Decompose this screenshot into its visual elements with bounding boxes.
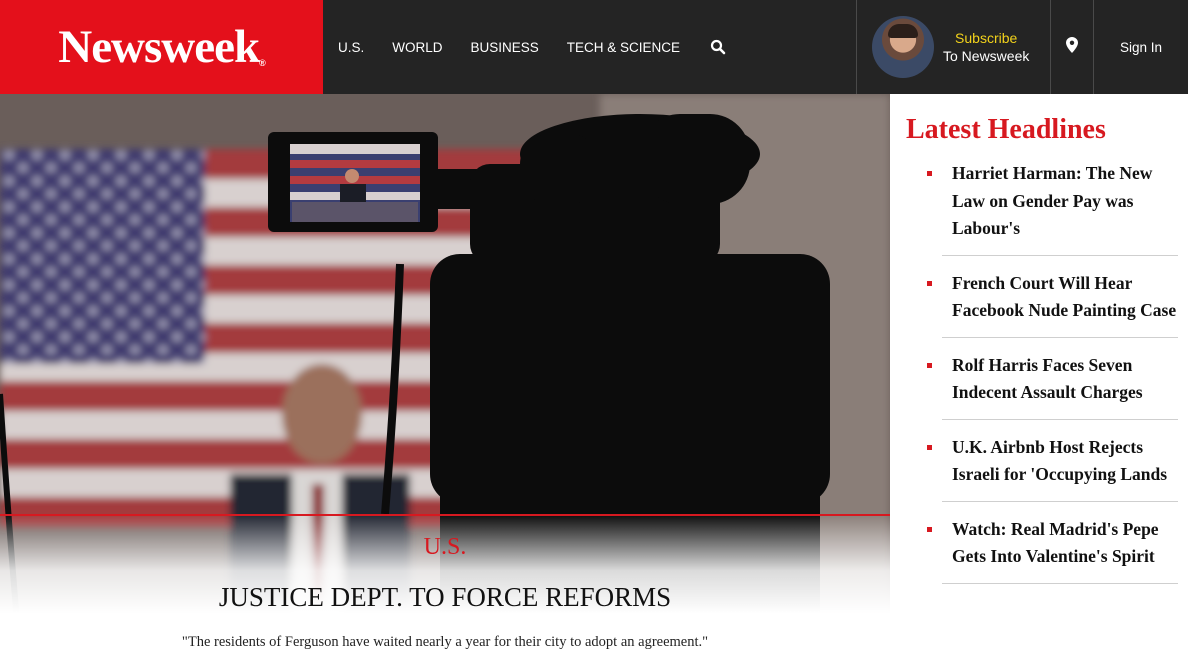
headline-list: Harriet Harman: The New Law on Gender Pa… (927, 158, 1178, 596)
hero-story[interactable] (0, 94, 890, 656)
bullet-icon (927, 444, 932, 450)
headline-item[interactable]: Watch: Real Madrid's Pepe Gets Into Vale… (927, 514, 1178, 584)
subscribe-sublabel: To Newsweek (943, 48, 1030, 64)
location-pin-icon (1066, 36, 1078, 58)
subscribe-text: Subscribe To Newsweek (943, 29, 1029, 65)
hero-divider-line (0, 514, 890, 516)
bullet-icon (927, 280, 932, 286)
story-headline[interactable]: JUSTICE DEPT. TO FORCE REFORMS (0, 582, 890, 613)
headline-text: Watch: Real Madrid's Pepe Gets Into Vale… (952, 518, 1159, 567)
headline-text: Harriet Harman: The New Law on Gender Pa… (952, 163, 1153, 238)
nav-item-world[interactable]: WORLD (392, 40, 442, 55)
bullet-icon (927, 526, 932, 532)
search-icon[interactable] (710, 39, 726, 55)
headline-item[interactable]: Harriet Harman: The New Law on Gender Pa… (927, 158, 1178, 256)
subscriber-avatar (872, 16, 934, 78)
headline-text: French Court Will Hear Facebook Nude Pai… (952, 272, 1177, 321)
story-dek: "The residents of Ferguson have waited n… (181, 634, 709, 650)
headline-item[interactable]: U.K. Airbnb Host Rejects Israeli for 'Oc… (927, 432, 1178, 502)
nav-item-us[interactable]: U.S. (338, 40, 364, 55)
nav-item-business[interactable]: BUSINESS (471, 40, 539, 55)
nav-item-tech-science[interactable]: TECH & SCIENCE (567, 40, 680, 55)
newsweek-logo[interactable]: Newsweek® (0, 0, 323, 94)
latest-headlines-sidebar: Latest Headlines Harriet Harman: The New… (890, 94, 1188, 656)
top-navigation-bar: Newsweek® U.S. WORLD BUSINESS TECH & SCI… (0, 0, 1188, 94)
headline-item[interactable]: French Court Will Hear Facebook Nude Pai… (927, 268, 1178, 338)
location-button[interactable] (1050, 0, 1094, 94)
headline-text: U.K. Airbnb Host Rejects Israeli for 'Oc… (952, 436, 1168, 485)
story-section-label[interactable]: U.S. (0, 534, 890, 561)
sidebar-title: Latest Headlines (906, 114, 1106, 145)
headline-item[interactable]: Rolf Harris Faces Seven Indecent Assault… (927, 350, 1178, 420)
subscribe-label: Subscribe (955, 30, 1018, 46)
subscribe-link[interactable]: Subscribe To Newsweek (868, 0, 1050, 94)
sign-in-link[interactable]: Sign In (1094, 0, 1188, 94)
bullet-icon (927, 171, 932, 176)
logo-text: Newsweek® (58, 21, 265, 73)
bullet-icon (927, 362, 932, 368)
main-nav: U.S. WORLD BUSINESS TECH & SCIENCE (338, 0, 726, 94)
headline-text: Rolf Harris Faces Seven Indecent Assault… (952, 354, 1143, 403)
divider (856, 0, 857, 94)
